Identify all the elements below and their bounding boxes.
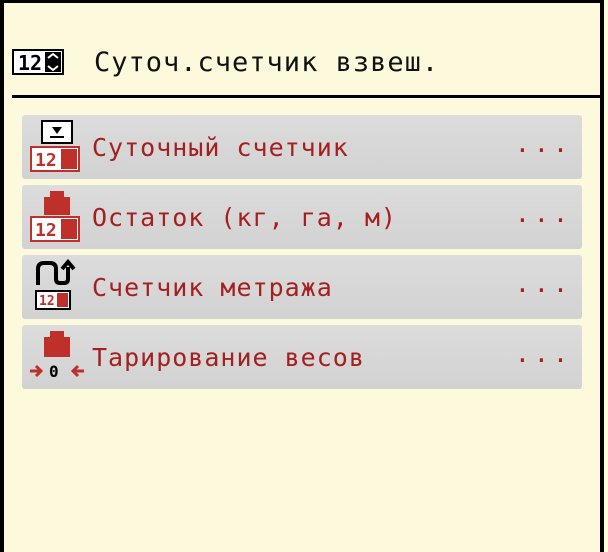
menu-list: 12 Суточный счетчик ... 12 Остаток (кг, … [22,115,582,395]
page-title: Суточ.счетчик взвеш. [94,46,440,78]
menu-item-distance-counter[interactable]: 12 Счетчик метража ... [22,255,582,319]
distance-counter-icon: 12 [28,258,86,315]
screen-frame: 12 Суточ.счетчик взвеш. 12 Суточный счет… [0,0,604,552]
more-indicator: ... [514,339,572,368]
menu-item-daily-counter[interactable]: 12 Суточный счетчик ... [22,115,582,179]
more-indicator: ... [514,269,572,298]
menu-item-label: Тарирование весов [92,342,365,372]
svg-text:0: 0 [49,362,59,381]
menu-item-label: Суточный счетчик [92,132,349,162]
daily-counter-icon: 12 [28,119,86,175]
header-divider [12,95,600,98]
menu-item-label: Счетчик метража [92,272,333,302]
counter-digits-icon: 12 [12,47,64,77]
tare-scale-icon: 0 [28,329,86,385]
page-header: 12 Суточ.счетчик взвеш. [12,31,592,93]
remainder-weight-icon: 12 [28,189,86,245]
menu-item-tare-scale[interactable]: 0 Тарирование весов ... [22,325,582,389]
svg-text:12: 12 [18,51,42,75]
svg-text:12: 12 [39,294,55,309]
menu-item-label: Остаток (кг, га, м) [92,202,397,232]
menu-item-remainder[interactable]: 12 Остаток (кг, га, м) ... [22,185,582,249]
svg-text:12: 12 [35,220,57,241]
more-indicator: ... [514,129,572,158]
svg-text:12: 12 [35,150,57,171]
more-indicator: ... [514,199,572,228]
